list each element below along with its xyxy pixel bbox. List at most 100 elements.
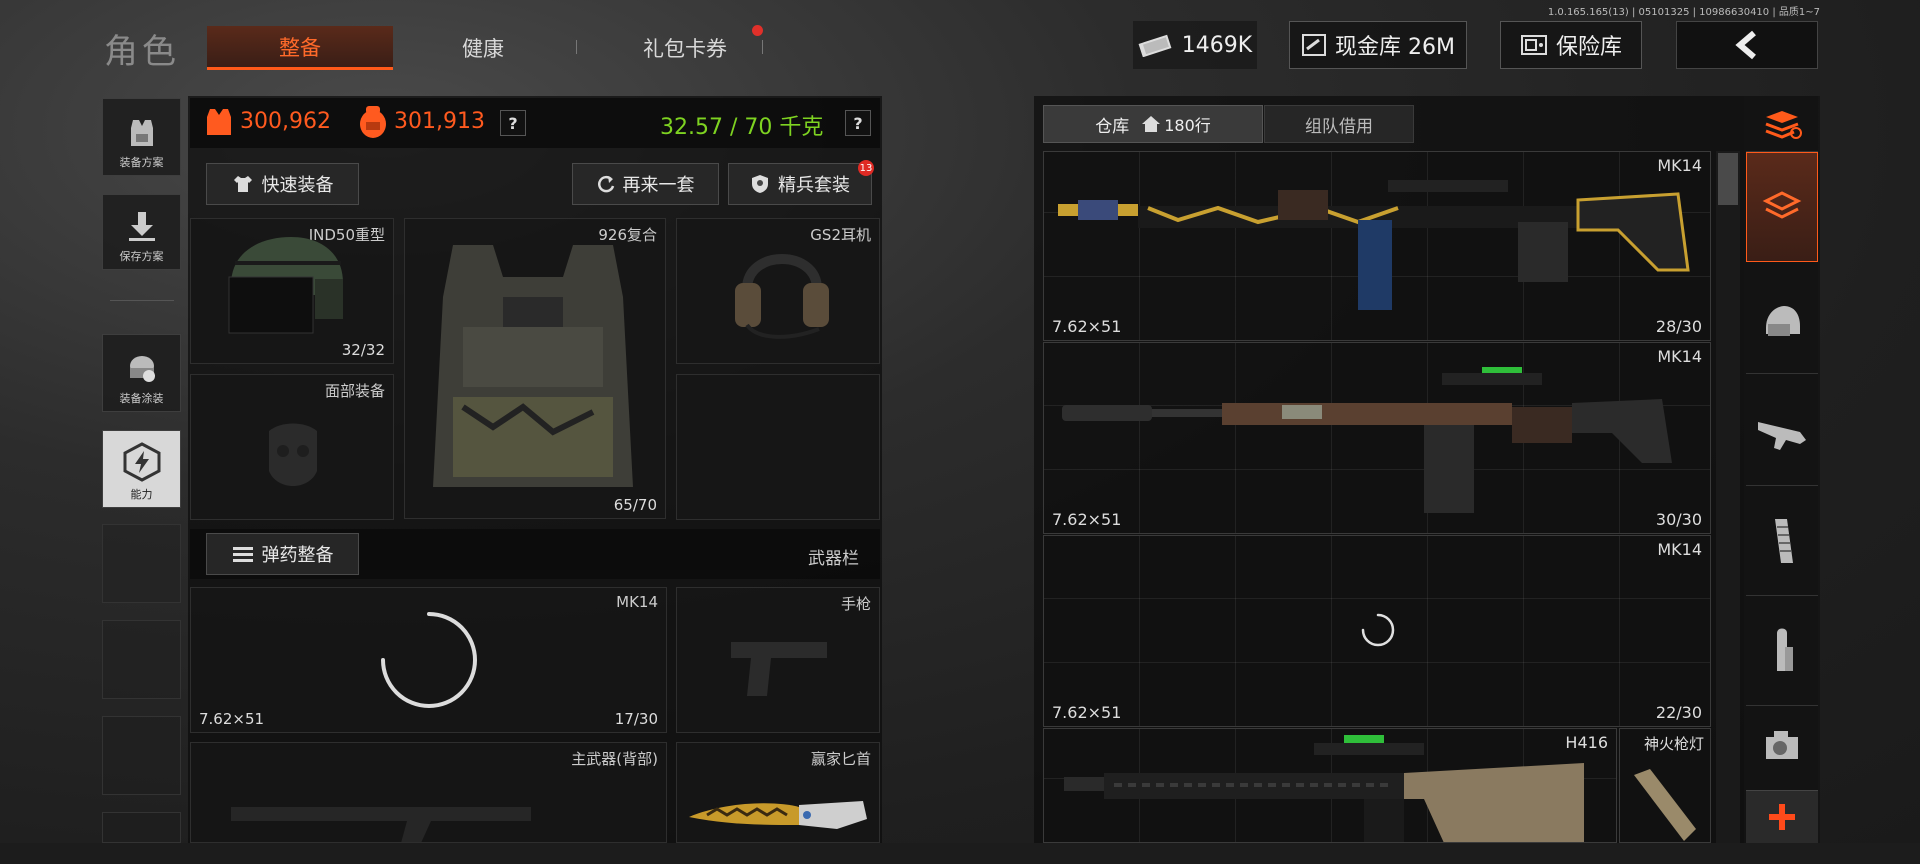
notification-dot bbox=[752, 25, 763, 36]
item-name: MK14 bbox=[1657, 540, 1702, 559]
item-ammo: 22/30 bbox=[1655, 703, 1702, 722]
item-caliber: 7.62×51 bbox=[1052, 510, 1122, 529]
sidebar-empty-slot bbox=[102, 812, 181, 843]
weapon-bar-label: 武器栏 bbox=[808, 549, 859, 569]
tab-gift-label: 礼包卡券 bbox=[643, 37, 727, 61]
sidebar-item-label: 能力 bbox=[130, 488, 153, 501]
vest-value-icon bbox=[207, 109, 231, 135]
category-helmet[interactable] bbox=[1746, 270, 1818, 374]
category-sight[interactable] bbox=[1746, 706, 1818, 786]
sidebar-item-label: 保存方案 bbox=[119, 250, 164, 263]
again-button[interactable]: 再来一套 bbox=[572, 163, 719, 205]
helmet-slot[interactable]: IND50重型 32/32 bbox=[190, 218, 394, 364]
sidebar-item-ability[interactable]: 能力 bbox=[102, 430, 181, 508]
loading-spinner-icon bbox=[1361, 613, 1395, 647]
again-label: 再来一套 bbox=[622, 175, 695, 196]
rifle-mk14-wood-image bbox=[1062, 367, 1672, 513]
category-all[interactable] bbox=[1746, 96, 1818, 152]
safe-icon bbox=[1520, 35, 1547, 55]
back-button[interactable] bbox=[1676, 21, 1818, 69]
warehouse-rows: 180行 bbox=[1164, 116, 1211, 135]
secondary-weapon-name: 主武器(背部) bbox=[571, 750, 658, 768]
category-bullet[interactable] bbox=[1746, 596, 1818, 706]
version-info: 1.0.165.165(13) | 05101325 | 10986630410… bbox=[1547, 7, 1820, 18]
elite-label: 精兵套装 bbox=[778, 175, 850, 196]
stack-icon bbox=[1765, 110, 1802, 139]
weight-display: 32.57 / 70 千克 bbox=[660, 115, 824, 140]
pistol-slot[interactable]: 手枪 bbox=[676, 587, 880, 733]
face-slot[interactable]: 面部装备 bbox=[190, 374, 394, 520]
vest-icon bbox=[130, 120, 153, 146]
value-help-button[interactable]: ? bbox=[500, 110, 526, 136]
cash-vault-button[interactable]: 现金库 26M bbox=[1289, 21, 1467, 69]
loading-spinner-icon bbox=[381, 612, 477, 708]
rifle-h416-image bbox=[1064, 735, 1584, 842]
primary-weapon-caliber: 7.62×51 bbox=[199, 710, 265, 728]
sidebar-item-label: 装备涂装 bbox=[119, 392, 164, 405]
money-display[interactable]: 1469K bbox=[1133, 21, 1257, 69]
rifle-silhouette-icon bbox=[231, 807, 531, 842]
ammo-button[interactable]: 弹药整备 bbox=[206, 533, 359, 575]
armor-durability: 65/70 bbox=[613, 496, 657, 514]
equipment-value: 300,962 bbox=[240, 109, 331, 134]
lightning-icon bbox=[123, 442, 160, 482]
warehouse-item[interactable]: MK14 7.62×51 22/30 bbox=[1043, 535, 1711, 727]
scrollbar-thumb[interactable] bbox=[1718, 153, 1738, 205]
tab-equip[interactable]: 整备 bbox=[207, 26, 393, 70]
headset-slot[interactable]: GS2耳机 bbox=[676, 218, 880, 364]
weight-help-button[interactable]: ? bbox=[845, 110, 871, 136]
warehouse-item[interactable]: H416 bbox=[1043, 728, 1617, 843]
item-caliber: 7.62×51 bbox=[1052, 703, 1122, 722]
headset-image bbox=[735, 254, 829, 339]
rifle-icon bbox=[1758, 421, 1806, 450]
tab-health[interactable]: 健康 bbox=[398, 26, 568, 70]
helmet-icon bbox=[1766, 305, 1800, 336]
knife-image bbox=[689, 801, 867, 829]
page-title: 角色 bbox=[104, 32, 180, 72]
tab-team-borrow[interactable]: 组队借用 bbox=[1264, 105, 1414, 143]
knife-slot[interactable]: 赢家匕首 bbox=[676, 742, 880, 843]
safe-button[interactable]: 保险库 bbox=[1500, 21, 1642, 69]
elite-button[interactable]: 精兵套装 bbox=[728, 163, 872, 205]
category-magazine[interactable] bbox=[1746, 486, 1818, 596]
primary-weapon-slot[interactable]: MK14 7.62×51 17/30 bbox=[190, 587, 667, 733]
total-value: 301,913 bbox=[394, 109, 485, 134]
category-rifle[interactable] bbox=[1746, 374, 1818, 486]
warehouse-item[interactable]: MK14 7.62×51 30/30 bbox=[1043, 342, 1711, 534]
refresh-icon bbox=[597, 175, 614, 193]
pistol-icon bbox=[731, 642, 827, 696]
quick-equip-button[interactable]: 快速装备 bbox=[206, 163, 359, 205]
tab-warehouse-label: 仓库 bbox=[1095, 116, 1130, 137]
armor-vest-image bbox=[433, 245, 633, 487]
sidebar-item-label: 装备方案 bbox=[119, 156, 164, 169]
armor-slot[interactable]: 926复合 65/70 bbox=[404, 218, 666, 519]
secondary-weapon-slot[interactable]: 主武器(背部) bbox=[190, 742, 667, 843]
warehouse-scrollbar[interactable] bbox=[1716, 151, 1740, 843]
rifle-mk14-gold-image bbox=[1058, 180, 1690, 310]
ammo-label: 弹药整备 bbox=[261, 545, 334, 566]
helmet-image bbox=[228, 237, 343, 334]
face-name: 面部装备 bbox=[324, 382, 385, 400]
item-caliber: 7.62×51 bbox=[1052, 317, 1122, 336]
tab-divider bbox=[762, 40, 763, 54]
ammo-icon bbox=[232, 547, 253, 562]
mask-icon bbox=[269, 423, 317, 486]
skin-icon bbox=[129, 356, 155, 382]
category-equipment[interactable] bbox=[1746, 152, 1818, 262]
add-category-button[interactable] bbox=[1746, 790, 1818, 843]
quick-equip-label: 快速装备 bbox=[261, 175, 334, 196]
download-icon bbox=[128, 212, 155, 241]
money-value: 1469K bbox=[1181, 32, 1253, 58]
warehouse-item-flashlight[interactable]: 神火枪灯 bbox=[1619, 728, 1711, 843]
tab-team-borrow-label: 组队借用 bbox=[1305, 116, 1373, 137]
bottom-bar bbox=[0, 843, 1920, 864]
tab-warehouse[interactable]: 仓库 180行 bbox=[1043, 105, 1263, 143]
safe-label: 保险库 bbox=[1555, 35, 1622, 60]
backpack-value-icon bbox=[360, 106, 386, 138]
extra-slot[interactable] bbox=[676, 374, 880, 520]
sidebar-item-save[interactable]: 保存方案 bbox=[102, 194, 181, 270]
warehouse-item[interactable]: MK14 7.62×51 28/30 bbox=[1043, 151, 1711, 341]
sidebar-item-skin[interactable]: 装备涂装 bbox=[102, 334, 181, 412]
sidebar-item-loadout[interactable]: 装备方案 bbox=[102, 98, 181, 176]
chevron-left-icon bbox=[1735, 30, 1756, 60]
